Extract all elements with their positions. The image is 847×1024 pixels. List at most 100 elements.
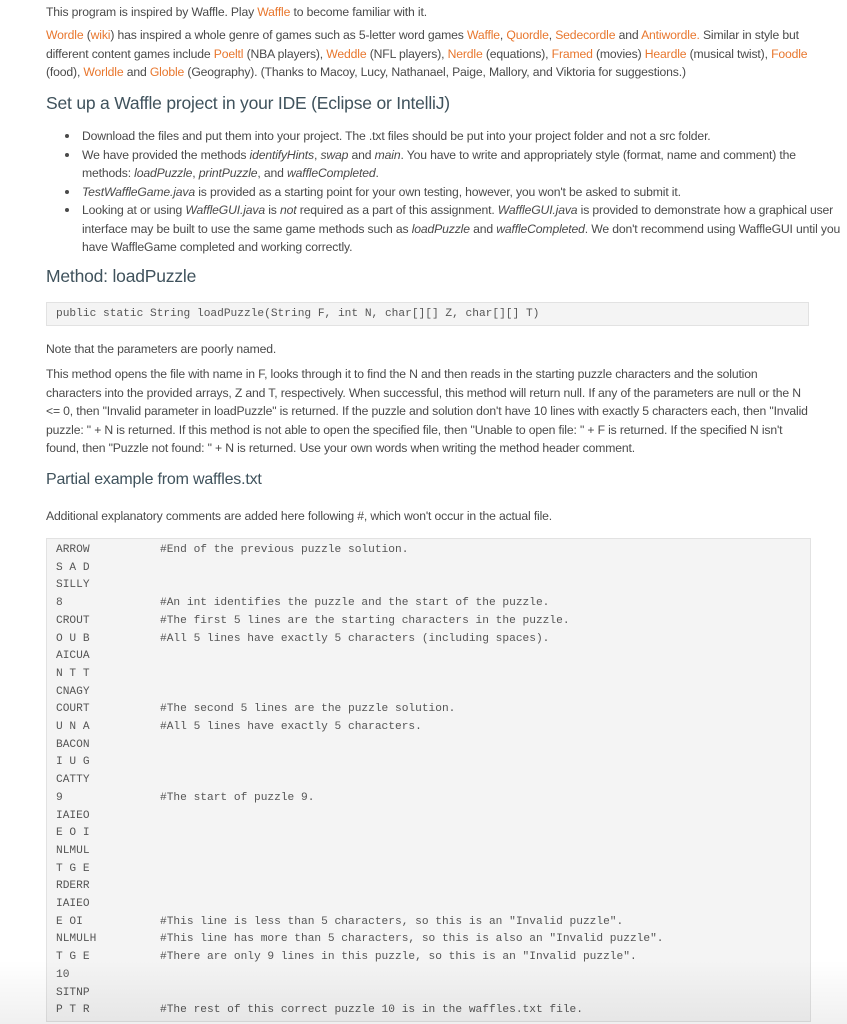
bullet-dot-icon [65,152,69,157]
game-link-poeltl[interactable]: Poeltl [214,47,244,61]
file-line-value: 9 [56,791,63,804]
file-line: N T T [56,666,160,684]
file-line: 10 [56,967,160,985]
file-line: NLMUL [56,843,160,861]
file-line: AICUA [56,648,160,666]
emphasized-term: loadPuzzle [134,166,193,180]
bullet-dot-icon [65,189,69,194]
setup-heading: Set up a Waffle project in your IDE (Ecl… [46,93,450,113]
file-line-value: SITNP [56,986,90,999]
text-run: We have provided the methods [82,147,250,162]
file-line: COURT #The second 5 lines are the puzzle … [56,701,455,719]
file-line-value: IAIEO [56,898,90,910]
file-line-value: SILLY [56,579,90,592]
file-line-value: CATTY [56,774,90,787]
intro-paragraph: This program is inspired by Waffle. Play… [46,3,812,22]
file-line: E OI #This line is less than 5 characters… [56,914,623,932]
file-line-comment: #There are only 9 lines in this puzzle, … [160,951,637,964]
waffle-link[interactable]: Waffle [257,5,290,19]
text-run: and [348,147,375,162]
file-line: CNAGY [56,684,160,702]
game-link-quordle[interactable]: Quordle [506,28,548,42]
emphasized-term: loadPuzzle [411,221,470,236]
emphasized-term: WaffleGUI.java [497,203,578,217]
file-line: SITNP [56,985,160,1003]
file-line-comment: #The second 5 lines are the puzzle solut… [160,703,456,716]
game-link-waffle[interactable]: Waffle [467,28,500,42]
file-line-value: NLMULH [56,933,97,946]
game-link-globle[interactable]: Globle [150,65,184,79]
file-line-value: CROUT [56,614,90,627]
file-line: CROUT #The first 5 lines are the starting… [56,613,570,631]
text-run: and [615,28,642,42]
file-line: ARROW #End of the previous puzzle solutio… [56,542,408,560]
file-line: S A D [56,560,160,578]
text-run: Download the files and put them into you… [82,129,711,143]
genre-paragraph: Wordle (wiki) has inspired a whole genre… [46,26,812,82]
file-line-comment: #The rest of this correct puzzle 10 is i… [160,1004,583,1017]
file-line-value: COURT [56,703,90,716]
emphasized-term: waffleCompleted [496,221,585,236]
explanatory-note: Additional explanatory comments are adde… [46,509,553,523]
file-line-comment: #The first 5 lines are the starting char… [160,614,570,627]
game-link-antiwordle[interactable]: Antiwordle. [641,28,700,42]
file-line: P T R #The rest of this correct puzzle 10… [56,1002,583,1020]
file-line-value: 10 [56,968,70,981]
bullet-dot-icon [65,208,69,212]
text-run: ( [83,28,91,42]
game-link-framed[interactable]: Framed [552,47,593,61]
method-description: This method opens the file with name in … [46,367,808,455]
emphasized-term: printPuzzle [198,166,258,180]
game-link-nerdle[interactable]: Nerdle [448,47,483,61]
file-line: 9 #The start of puzzle 9. [56,790,314,808]
file-line-value: P T R [56,1004,90,1017]
file-line-value: E O I [56,827,90,840]
file-line-value: IAIEO [56,809,90,822]
file-line-comment: #An int identifies the puzzle and the st… [160,597,550,610]
partial-example-heading: Partial example from waffles.txt [46,471,262,488]
bullet-dot-icon [65,134,69,138]
game-link-wiki[interactable]: wiki [91,28,111,42]
game-link-worldle[interactable]: Worldle [83,65,123,79]
game-link-sedecordle[interactable]: Sedecordle [555,28,615,42]
file-line-comment: #All 5 lines have exactly 5 characters. [160,721,422,733]
file-line-value: N T T [56,667,90,680]
emphasized-term: waffleCompleted [287,166,376,180]
file-line: T G E [56,861,160,879]
emphasized-term: main [374,147,401,162]
file-line-value: NLMUL [56,844,90,857]
method-heading: Method: loadPuzzle [46,266,197,286]
text-run: (movies) [592,46,645,61]
text-run: Looking at or using [82,203,186,217]
file-line-comment: #The start of puzzle 9. [160,791,315,804]
game-link-wordle[interactable]: Wordle [46,28,84,42]
text-run: (NBA players), [243,46,327,61]
text-run: (NFL players), [366,46,448,61]
waffles-file-code-block: ARROW #End of the previous puzzle solutio… [46,538,811,1022]
method-signature-code: public static String loadPuzzle(String F… [46,302,809,326]
file-line-value: E OI [56,915,83,928]
setup-bullet-item: TestWaffleGame.java is provided as a sta… [65,183,847,202]
setup-bullet-item: Looking at or using WaffleGUI.java is no… [65,201,847,257]
game-link-weddle[interactable]: Weddle [326,47,366,61]
file-line-value: S A D [56,561,90,574]
file-line: E O I [56,825,160,843]
game-link-foodle[interactable]: Foodle [771,47,808,61]
game-link-heardle[interactable]: Heardle [645,47,687,61]
file-line-value: O U B [56,632,90,645]
file-line-comment: #End of the previous puzzle solution. [160,544,409,556]
file-line: IAIEO [56,896,160,914]
text-run: and [123,65,150,79]
file-line: CATTY [56,772,160,790]
file-line: O U B #All 5 lines have exactly 5 charact… [56,631,549,649]
setup-bullet-item: Download the files and put them into you… [65,127,847,146]
setup-bullet-item: We have provided the methods identifyHin… [65,146,847,183]
text-run: , and [257,166,288,180]
text-run: required as a part of this assignment. [296,203,498,217]
file-line-comment: #All 5 lines have exactly 5 characters (… [160,632,550,645]
intro-text-after: to become familiar with it. [290,5,427,19]
file-line-value: T G E [56,862,90,875]
file-line: RDERR [56,878,160,896]
text-run: (food), [46,65,84,79]
text-run: (musical twist), [686,46,772,61]
